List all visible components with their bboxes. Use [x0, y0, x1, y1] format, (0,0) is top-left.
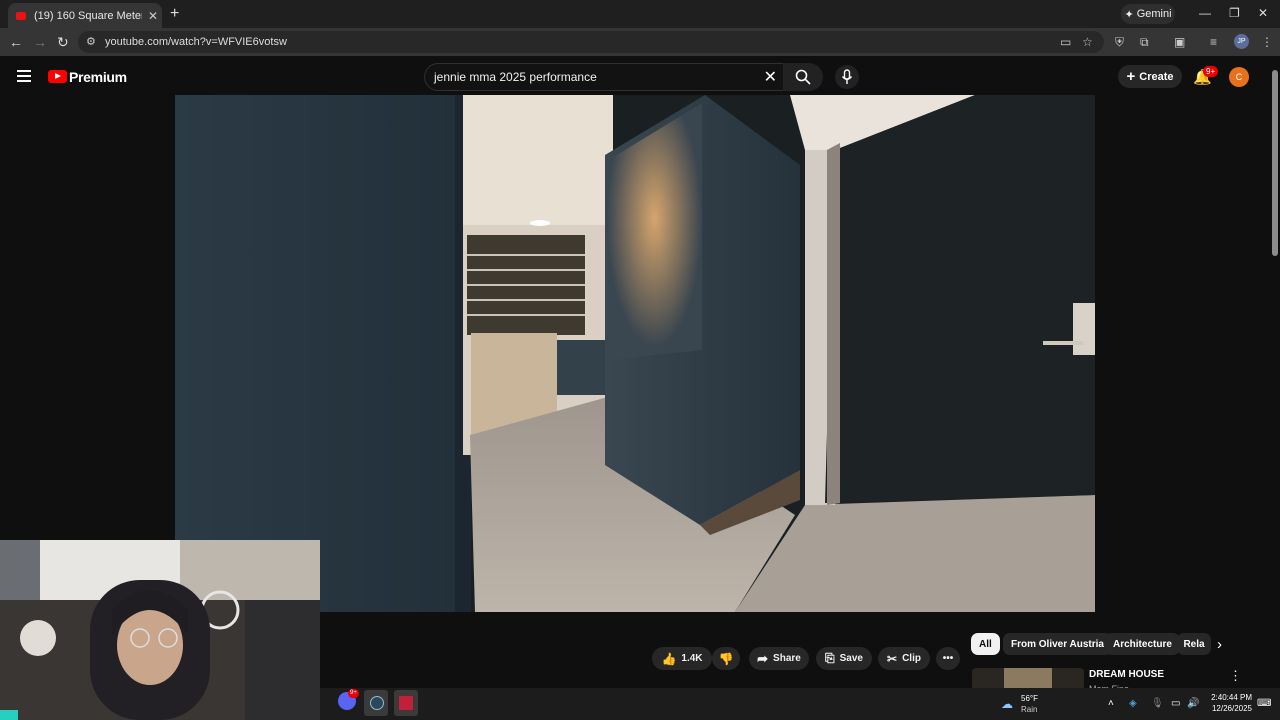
tab-search-icon[interactable]: ▣ [1174, 35, 1185, 49]
recommendation-more-icon[interactable]: ⋮ [1229, 668, 1242, 684]
microphone-icon [841, 69, 853, 84]
bookmark-icon: ⎘ [825, 651, 835, 665]
share-button[interactable]: ➦ Share [749, 647, 809, 670]
clip-label: Clip [902, 653, 921, 664]
video-player[interactable] [175, 95, 1095, 612]
gemini-label: Gemini [1136, 8, 1172, 20]
chip-all[interactable]: All [971, 633, 1000, 655]
webcam-overlay [0, 540, 320, 720]
share-label: Share [773, 653, 801, 664]
discord-badge: 9+ [348, 689, 359, 698]
more-actions-button[interactable]: ••• [936, 647, 960, 670]
create-label: Create [1139, 70, 1174, 83]
more-horizontal-icon: ••• [942, 653, 954, 664]
gemini-sparkle-icon: ✦ [1124, 8, 1134, 21]
steam-icon[interactable] [364, 690, 388, 716]
notifications-badge: 9+ [1203, 66, 1219, 77]
share-arrow-icon: ➦ [757, 650, 769, 666]
recommendation-title[interactable]: DREAM HOUSE [1089, 669, 1164, 680]
weather-cloud-icon: ☁ [1001, 697, 1013, 711]
profile-avatar[interactable]: JP [1234, 34, 1249, 49]
youtube-logo-icon[interactable] [48, 70, 67, 83]
recommendation-thumbnail[interactable] [972, 668, 1084, 690]
reload-icon[interactable]: ↻ [57, 34, 69, 51]
bookmark-star-icon[interactable]: ☆ [1082, 35, 1093, 49]
chip-architecture[interactable]: Architecture [1105, 633, 1180, 655]
account-avatar[interactable]: C [1229, 67, 1249, 87]
like-button[interactable]: 👍 1.4K [652, 647, 712, 670]
weather-temp[interactable]: 56°F [1021, 694, 1038, 703]
webcam-feed [0, 540, 320, 720]
new-tab-button[interactable]: + [170, 5, 179, 23]
tab-title: (19) 160 Square Meter House, I [34, 9, 142, 22]
dislike-button[interactable]: 👎 [712, 647, 740, 670]
extensions-puzzle-icon[interactable]: ⧉ [1140, 35, 1149, 50]
cast-icon[interactable]: ▭ [1060, 35, 1071, 49]
tray-app-icon[interactable]: ◈ [1129, 698, 1137, 709]
volume-icon[interactable]: 🔊 [1187, 698, 1199, 709]
like-count: 1.4K [681, 653, 703, 664]
minimize-button[interactable]: — [1199, 6, 1211, 20]
menu-hamburger-icon[interactable] [17, 70, 31, 82]
plus-icon: + [1126, 68, 1136, 85]
video-frame [175, 95, 1095, 612]
youtube-premium-wordmark[interactable]: Premium [69, 69, 127, 85]
clip-button[interactable]: ✂ Clip [878, 647, 930, 670]
create-button[interactable]: + Create [1118, 65, 1182, 88]
notifications-center-icon[interactable]: ⌨ [1257, 698, 1271, 709]
weather-desc[interactable]: Rain [1021, 705, 1037, 714]
voice-search-button[interactable] [835, 65, 859, 89]
gemini-button[interactable]: ✦ Gemini [1121, 4, 1175, 24]
thumbs-up-icon: 👍 [661, 651, 677, 666]
forward-icon[interactable]: → [33, 34, 47, 50]
chip-related[interactable]: Rela [1177, 633, 1211, 655]
shield-extension-icon[interactable]: ⛨ [1115, 35, 1124, 50]
browser-tab[interactable]: (19) 160 Square Meter House, I ✕ [8, 3, 162, 28]
chip-from-channel[interactable]: From Oliver Austria [1003, 633, 1112, 655]
tray-chevron-up-icon[interactable]: ˄ [1108, 698, 1114, 709]
microphone-tray-icon[interactable]: 🎙 [1151, 698, 1164, 709]
search-icon [795, 69, 811, 85]
restore-button[interactable]: ❐ [1229, 6, 1240, 20]
address-bar[interactable]: ⚙ youtube.com/watch?v=WFVIE6votsw [78, 31, 1104, 53]
browser-tab-bar [0, 0, 1280, 28]
search-button[interactable] [783, 63, 823, 91]
search-query: jennie mma 2025 performance [434, 70, 597, 84]
network-icon[interactable]: ▭ [1171, 698, 1180, 709]
save-button[interactable]: ⎘ Save [816, 647, 872, 670]
browser-menu-icon[interactable]: ⋮ [1261, 35, 1273, 49]
close-window-button[interactable]: ✕ [1258, 6, 1268, 20]
back-icon[interactable]: ← [9, 34, 23, 50]
scrollbar-thumb[interactable] [1272, 70, 1278, 256]
youtube-favicon-icon [16, 11, 26, 20]
clock-date[interactable]: 12/26/2025 [1210, 704, 1252, 713]
reading-list-icon[interactable]: ≡ [1210, 35, 1217, 49]
thumbs-down-icon: 👎 [718, 651, 734, 666]
clear-search-icon[interactable]: ✕ [764, 67, 777, 87]
chips-next-chevron-icon[interactable]: › [1217, 636, 1222, 653]
search-input[interactable]: jennie mma 2025 performance ✕ [424, 63, 784, 91]
clock-time[interactable]: 2:40:44 PM [1210, 693, 1252, 702]
scissors-icon: ✂ [887, 651, 898, 666]
url-text: youtube.com/watch?v=WFVIE6votsw [105, 36, 287, 48]
app-icon[interactable] [394, 690, 418, 716]
site-info-icon[interactable]: ⚙ [86, 35, 96, 48]
save-label: Save [839, 653, 863, 664]
tab-close-icon[interactable]: ✕ [148, 9, 158, 23]
